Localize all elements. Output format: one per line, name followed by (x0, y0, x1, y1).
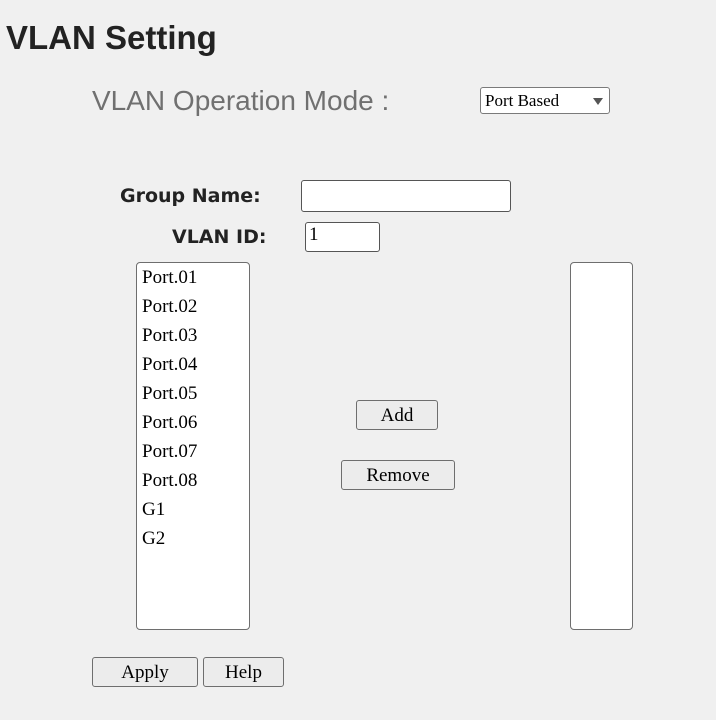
available-ports-list[interactable]: Port.01 Port.02 Port.03 Port.04 Port.05 … (136, 262, 250, 630)
group-name-label: Group Name: (120, 185, 261, 207)
list-item[interactable]: Port.01 (137, 263, 249, 292)
member-ports-list[interactable] (570, 262, 633, 630)
list-item[interactable]: Port.07 (137, 437, 249, 466)
list-item[interactable]: Port.02 (137, 292, 249, 321)
vlan-operation-mode-value: Port Based (485, 91, 560, 110)
list-item[interactable]: G2 (137, 524, 249, 553)
help-button[interactable]: Help (203, 657, 284, 687)
add-button[interactable]: Add (356, 400, 438, 430)
page-title: VLAN Setting (6, 19, 217, 56)
list-item[interactable]: Port.05 (137, 379, 249, 408)
vlan-operation-mode-label: VLAN Operation Mode : (92, 85, 390, 116)
list-item[interactable]: Port.04 (137, 350, 249, 379)
chevron-down-icon (593, 98, 603, 105)
vlan-id-input[interactable]: 1 (305, 222, 380, 252)
vlan-operation-mode-select[interactable]: Port Based (480, 87, 610, 114)
list-item[interactable]: Port.08 (137, 466, 249, 495)
vlan-id-label: VLAN ID: (172, 226, 267, 248)
list-item[interactable]: Port.06 (137, 408, 249, 437)
group-name-input[interactable] (301, 180, 511, 212)
list-item[interactable]: G1 (137, 495, 249, 524)
remove-button[interactable]: Remove (341, 460, 455, 490)
list-item[interactable]: Port.03 (137, 321, 249, 350)
apply-button[interactable]: Apply (92, 657, 198, 687)
